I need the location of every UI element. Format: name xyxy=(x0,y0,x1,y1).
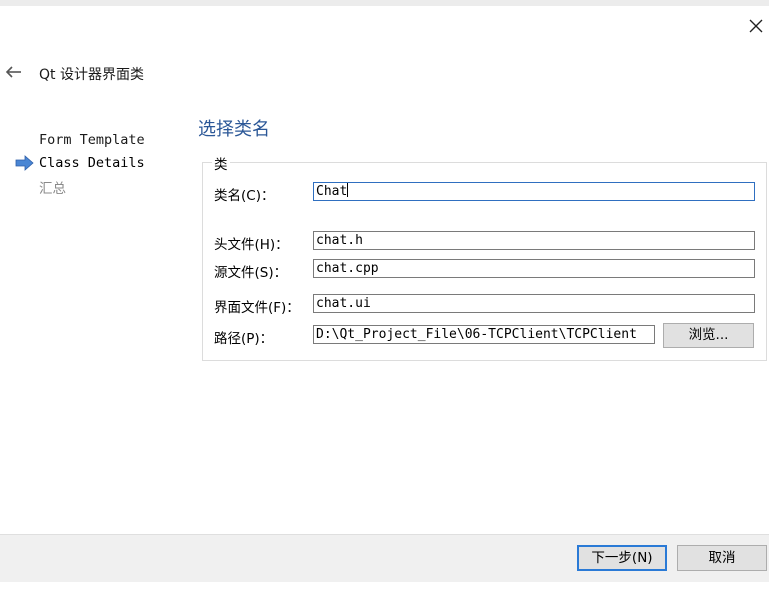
source-file-input[interactable]: chat.cpp xyxy=(313,259,755,278)
form-file-input[interactable]: chat.ui xyxy=(313,294,755,313)
header-file-input[interactable]: chat.h xyxy=(313,231,755,250)
next-button[interactable]: 下一步(N) xyxy=(577,545,667,571)
page-title: 选择类名 xyxy=(198,119,270,140)
header-file-label: 头文件(H)： xyxy=(214,237,289,253)
form-file-label: 界面文件(F)： xyxy=(214,300,300,316)
text-caret xyxy=(347,183,349,197)
class-name-label: 类名(C)： xyxy=(214,188,275,204)
source-file-label: 源文件(S)： xyxy=(214,265,288,281)
class-name-input[interactable]: Chat xyxy=(313,182,755,201)
path-label: 路径(P)： xyxy=(214,331,274,347)
close-icon[interactable] xyxy=(744,14,768,38)
path-input[interactable]: D:\Qt_Project_File\06-TCPClient\TCPClien… xyxy=(313,325,655,344)
class-name-value: Chat xyxy=(316,184,348,199)
cancel-button[interactable]: 取消 xyxy=(677,545,767,571)
groupbox-title: 类 xyxy=(212,153,230,173)
step-class-details: Class Details xyxy=(39,155,145,171)
step-form-template: Form Template xyxy=(39,132,145,148)
wizard-title: Qt 设计器界面类 xyxy=(39,67,144,83)
current-step-arrow-icon xyxy=(15,155,34,171)
window-top-border xyxy=(0,0,769,6)
back-arrow-icon[interactable] xyxy=(4,62,24,82)
window-bottom-border xyxy=(0,582,769,598)
browse-button[interactable]: 浏览... xyxy=(663,323,754,348)
step-summary: 汇总 xyxy=(39,181,66,197)
